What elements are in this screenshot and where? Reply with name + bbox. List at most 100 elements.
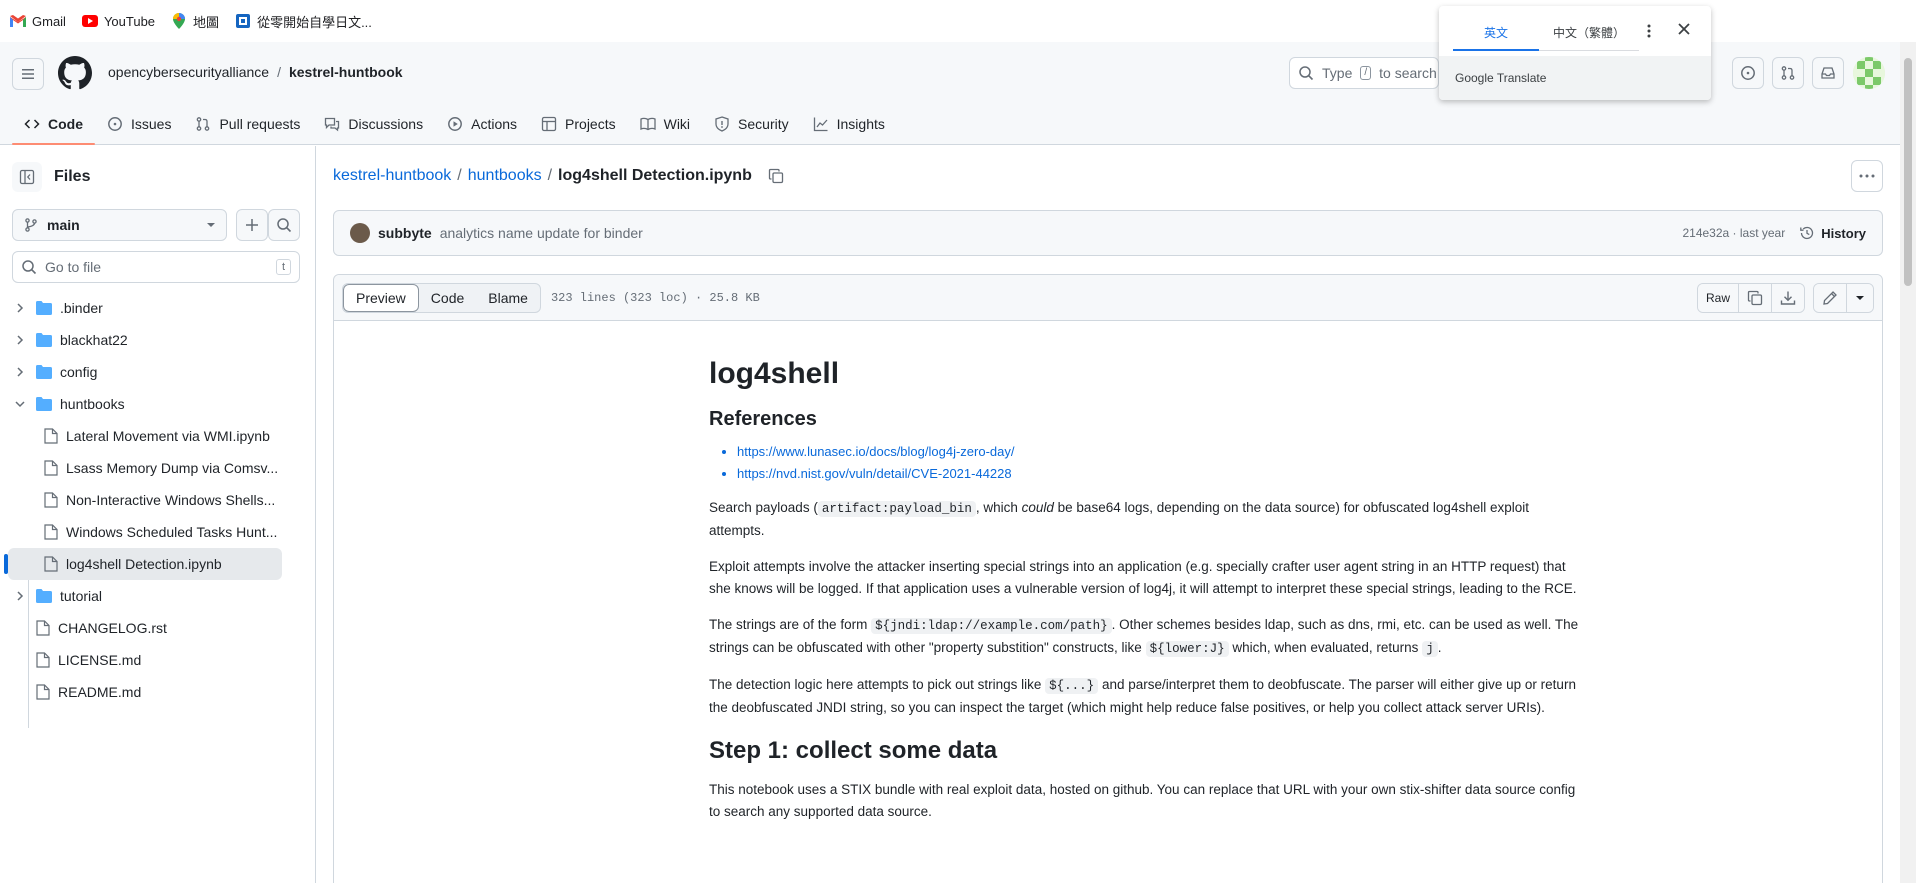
tab-code[interactable]: Code [12,104,95,145]
code-icon [24,116,40,132]
search-icon [21,259,37,275]
tab-actions[interactable]: Actions [435,104,529,144]
folder-icon [36,589,52,603]
tree-item-readme[interactable]: README.md [0,676,316,708]
commit-author-avatar[interactable] [350,223,370,243]
path-separator: / [457,167,462,184]
bookmark-youtube[interactable]: YouTube [81,13,155,29]
path-repo-link[interactable]: kestrel-huntbook [333,167,451,185]
search-shortcut-key: / [1360,66,1372,80]
tree-item-label: config [60,364,98,380]
tree-item-label: huntbooks [60,396,125,412]
close-icon[interactable] [1677,22,1691,36]
paragraph-detection-logic: The detection logic here attempts to pic… [709,674,1579,719]
tree-item-tutorial[interactable]: tutorial [0,580,316,612]
tree-item-huntbooks[interactable]: huntbooks [0,388,316,420]
projects-icon [541,116,557,132]
tab-discussions[interactable]: Discussions [312,104,435,144]
tree-item-binder[interactable]: .binder [0,292,316,324]
tree-item-lateral-movement[interactable]: Lateral Movement via WMI.ipynb [0,420,316,452]
repo-name-link[interactable]: kestrel-huntbook [289,64,403,80]
download-button[interactable] [1771,283,1804,312]
translate-options-icon[interactable] [1647,24,1651,38]
inline-code: artifact:payload_bin [817,501,976,517]
tree-item-config[interactable]: config [0,356,316,388]
copy-path-icon[interactable] [768,168,784,184]
commit-author[interactable]: subbyte [378,225,432,241]
reference-link[interactable]: https://www.lunasec.io/docs/blog/log4j-z… [737,441,1579,463]
search-placeholder: Type [1322,65,1353,81]
edit-button[interactable] [1814,283,1846,312]
file-path-breadcrumb: kestrel-huntbook / huntbooks / log4shell… [333,167,784,185]
history-button[interactable]: History [1799,225,1866,241]
translate-language-tabs: 英文 中文（繁體） [1453,16,1639,51]
reference-link[interactable]: https://nvd.nist.gov/vuln/detail/CVE-202… [737,463,1579,485]
copy-raw-button[interactable] [1738,283,1771,312]
blame-tab[interactable]: Blame [476,284,540,312]
folder-icon [36,301,52,315]
references-list: https://www.lunasec.io/docs/blog/log4j-z… [737,441,1579,485]
inline-code: ${...} [1045,678,1099,694]
sidebar-title: Files [54,168,91,185]
commit-message[interactable]: analytics name update for binder [440,225,643,241]
collapse-sidebar-button[interactable] [12,162,42,192]
chevron-right-icon [12,591,28,601]
paragraph-stix-bundle: This notebook uses a STIX bundle with re… [709,782,1576,819]
go-to-file-placeholder: Go to file [45,259,102,275]
paragraph-exploit-attempts: Exploit attempts involve the attacker in… [709,559,1577,596]
more-options-button[interactable] [1851,160,1883,192]
tab-issues[interactable]: Issues [95,104,183,144]
add-file-button[interactable] [236,209,268,241]
tab-projects[interactable]: Projects [529,104,628,144]
repo-owner-link[interactable]: opencybersecurityalliance [108,64,269,80]
actions-icon [447,116,463,132]
tree-item-non-interactive-shells[interactable]: Non-Interactive Windows Shells... [0,484,316,516]
translate-tab-english[interactable]: 英文 [1453,16,1539,51]
latest-commit-bar: subbyte analytics name update for binder… [333,210,1883,256]
path-dir-link[interactable]: huntbooks [468,167,542,185]
branch-selector[interactable]: main [12,209,227,241]
translate-tab-chinese[interactable]: 中文（繁體） [1539,16,1639,51]
chevron-right-icon [12,303,28,313]
bookmark-gmail[interactable]: Gmail [10,13,66,29]
user-avatar[interactable] [1853,57,1885,89]
inbox-button[interactable] [1812,57,1844,89]
tree-item-license[interactable]: LICENSE.md [0,644,316,676]
tree-item-lsass-memory-dump[interactable]: Lsass Memory Dump via Comsv... [0,452,316,484]
tab-security[interactable]: Security [702,104,801,144]
bookmark-maps[interactable]: 地圖 [171,12,219,31]
tab-actions-label: Actions [471,116,518,132]
tab-wiki[interactable]: Wiki [628,104,702,144]
search-input[interactable]: Type / to search [1289,57,1439,89]
page-scrollbar-thumb[interactable] [1904,58,1912,286]
tree-item-changelog[interactable]: CHANGELOG.rst [0,612,316,644]
go-to-file-input[interactable]: Go to file t [12,251,300,283]
preview-tab[interactable]: Preview [343,283,419,312]
tree-item-scheduled-tasks[interactable]: Windows Scheduled Tasks Hunt... [0,516,316,548]
folder-icon [36,365,52,379]
raw-button[interactable]: Raw [1697,283,1738,312]
sidebar-collapse-icon [19,169,35,185]
menu-button[interactable] [12,58,44,90]
tree-item-label: log4shell Detection.ipynb [66,556,222,572]
github-logo-icon[interactable] [58,56,92,90]
text-span: which, when evaluated, returns [1228,640,1423,655]
code-view-tab[interactable]: Code [419,284,476,312]
tab-insights[interactable]: Insights [801,104,897,144]
text-span: , which [975,500,1022,515]
tree-item-blackhat22[interactable]: blackhat22 [0,324,316,356]
pull-requests-button[interactable] [1772,57,1804,89]
commit-meta[interactable]: 214e32a · last year [1682,226,1785,240]
bookmark-gmail-label: Gmail [32,13,66,29]
search-files-button[interactable] [268,209,300,241]
issues-button[interactable] [1732,57,1764,89]
tab-pull-requests[interactable]: Pull requests [183,104,312,144]
tab-projects-label: Projects [565,116,616,132]
pencil-icon [1822,290,1838,306]
edit-dropdown-button[interactable] [1846,283,1873,312]
issue-opened-icon [1740,65,1756,81]
tree-item-log4shell-selected[interactable]: log4shell Detection.ipynb [4,548,282,580]
gmail-icon [10,13,26,29]
bookmark-japanese[interactable]: 從零開始自學日文... [235,12,372,31]
view-mode-toggle: Preview Code Blame [342,282,541,313]
